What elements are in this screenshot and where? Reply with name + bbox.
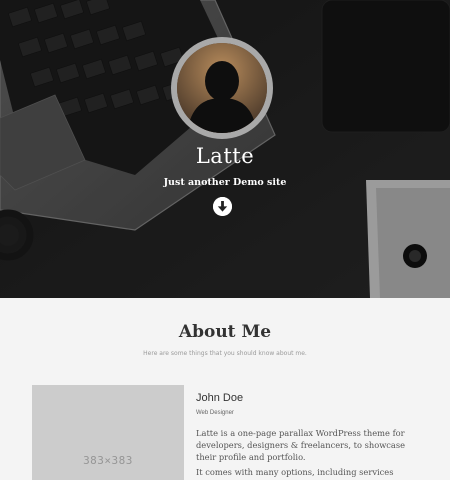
- photo-placeholder-label: 383×383: [83, 454, 133, 467]
- site-tagline: Just another Demo site: [163, 177, 287, 188]
- about-title: About Me: [178, 322, 272, 342]
- about-subtitle: Here are some things that you should kno…: [143, 350, 307, 357]
- profile-role: Web Designer: [196, 410, 234, 416]
- profile-bio: Latte is a one-page parallax WordPress t…: [196, 428, 406, 462]
- site-title[interactable]: Latte: [0, 144, 450, 168]
- profile-photo-placeholder: 383×383: [32, 385, 184, 480]
- avatar-silhouette-image: [177, 43, 267, 133]
- profile-bio-continued: It comes with many options, including se…: [196, 467, 394, 477]
- avatar: [171, 37, 273, 139]
- profile-name: John Doe: [196, 392, 244, 404]
- arrow-down-circle-icon: [213, 197, 232, 216]
- hero-section: Latte Just another Demo site: [0, 0, 450, 298]
- scroll-down-button[interactable]: [213, 197, 232, 216]
